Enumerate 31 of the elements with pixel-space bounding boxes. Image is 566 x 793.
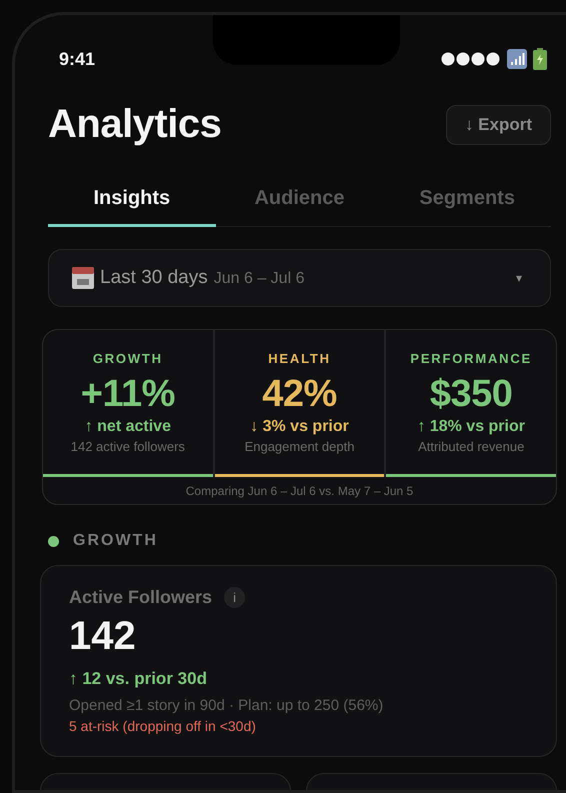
card-title: Active Followers xyxy=(69,587,212,608)
info-button[interactable]: i xyxy=(224,587,246,608)
battery-icon xyxy=(533,48,547,70)
metric-change: ↓ 3% vs prior xyxy=(250,418,349,436)
metric-label: HEALTH xyxy=(268,351,331,366)
comparison-note: Comparing Jun 6 – Jul 6 vs. May 7 – Jun 5 xyxy=(184,483,414,500)
metric-caption: Attributed revenue xyxy=(418,439,524,454)
metric-caption: 142 active followers xyxy=(70,439,185,454)
tab[interactable]: Audience xyxy=(216,177,384,227)
export-button[interactable]: ↓ Export xyxy=(446,104,551,144)
metric-change: ↑ net active xyxy=(84,418,171,436)
signal-bars-icon xyxy=(507,49,527,69)
metric-caption: Engagement depth xyxy=(244,439,354,454)
metric-value: $350 xyxy=(430,373,512,416)
date-range-dropdown[interactable]: Last 30 days Jun 6 – Jul 6 ▾ xyxy=(48,249,551,307)
section-title: GROWTH xyxy=(73,532,158,550)
calendar-icon xyxy=(72,267,94,289)
metric-label: GROWTH xyxy=(92,351,163,366)
tab[interactable]: Segments xyxy=(383,177,552,227)
at-risk-warning: 5 at-risk (dropping off in <30d) xyxy=(69,718,257,734)
metric-value: 42% xyxy=(262,373,337,416)
signal-dots-icon xyxy=(441,52,501,66)
follower-change: ↑ 12 vs. prior 30d xyxy=(69,669,208,689)
follower-count: 142 xyxy=(69,614,137,659)
page-title: Analytics xyxy=(48,102,222,147)
metric-label: PERFORMANCE xyxy=(410,351,532,366)
tab[interactable]: Insights xyxy=(48,177,216,227)
metric-value: +11% xyxy=(80,373,175,416)
status-time: 9:41 xyxy=(59,48,96,70)
follower-detail: Opened ≥1 story in 90d · Plan: up to 250 (56%) xyxy=(69,697,384,714)
metric-change: ↑ 18% vs prior xyxy=(417,418,525,436)
